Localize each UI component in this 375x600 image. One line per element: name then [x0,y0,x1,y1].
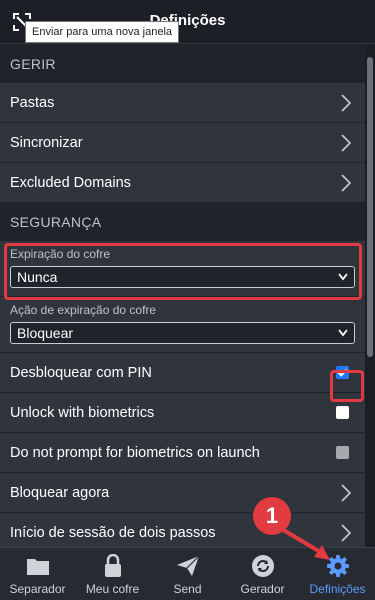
no-prompt-checkbox [336,446,349,459]
settings-item-unlock-pin[interactable]: Desbloquear com PIN [0,353,365,393]
tab-label: Gerador [240,582,285,596]
settings-item-label: Início de sessão de dois passos [10,524,216,541]
settings-list: GERIR Pastas Sincronizar Excluded Domain… [0,45,365,547]
settings-item-folders[interactable]: Pastas [0,83,365,123]
gear-icon [325,554,351,578]
settings-item-label: Sincronizar [10,134,83,151]
settings-item-label: Bloquear agora [10,484,110,501]
chevron-down-icon [338,329,348,337]
tab-label: Send [173,582,202,596]
vault-timeout-field: Expiração do cofre Nunca [0,241,365,297]
settings-screen: Definições Enviar para uma nova janela G… [0,0,375,600]
settings-item-sync[interactable]: Sincronizar [0,123,365,163]
vault-timeout-action-field: Ação de expiração do cofre Bloquear [0,297,365,353]
vault-timeout-action-select[interactable]: Bloquear [10,322,355,344]
biometrics-checkbox[interactable] [336,406,349,419]
chevron-right-icon [341,524,352,542]
scrollbar[interactable] [365,45,375,547]
tab-separator[interactable]: Separador [0,548,75,600]
folder-icon [25,554,51,578]
tab-send[interactable]: Send [150,548,225,600]
chevron-right-icon [341,174,352,192]
settings-item-biometrics[interactable]: Unlock with biometrics [0,393,365,433]
settings-item-two-step-login[interactable]: Início de sessão de dois passos [0,513,365,547]
send-icon [175,554,201,578]
tab-my-vault[interactable]: Meu cofre [75,548,150,600]
chevron-right-icon [341,134,352,152]
tab-settings[interactable]: Definições [300,548,375,600]
tab-label: Separador [9,582,66,596]
vault-timeout-action-value: Bloquear [17,325,74,341]
tab-label: Meu cofre [85,582,140,596]
lock-icon [100,554,126,578]
chevron-right-icon [341,94,352,112]
settings-item-lock-now[interactable]: Bloquear agora [0,473,365,513]
refresh-icon [250,554,276,578]
settings-item-label: Excluded Domains [10,174,131,191]
scrollbar-thumb[interactable] [367,57,373,357]
step-badge: 1 [253,497,291,535]
chevron-down-icon [338,273,348,281]
section-title-security: SEGURANÇA [0,203,365,241]
popout-tooltip: Enviar para uma nova janela [25,21,180,43]
settings-item-no-biometric-prompt[interactable]: Do not prompt for biometrics on launch [0,433,365,473]
vault-timeout-label: Expiração do cofre [10,247,111,261]
chevron-right-icon [341,484,352,502]
settings-item-label: Desbloquear com PIN [10,364,152,381]
vault-timeout-select[interactable]: Nunca [10,266,355,288]
vault-timeout-value: Nunca [17,269,58,285]
settings-item-label: Pastas [10,94,55,111]
tab-label: Definições [309,582,366,596]
settings-item-excluded-domains[interactable]: Excluded Domains [0,163,365,203]
bottom-tab-bar: Separador Meu cofre Send Gerador Definiç… [0,547,375,600]
vault-timeout-action-label: Ação de expiração do cofre [10,303,157,317]
checkmark-icon [337,368,348,377]
pin-checkbox[interactable] [336,366,349,379]
settings-item-label: Unlock with biometrics [10,404,155,421]
settings-item-label: Do not prompt for biometrics on launch [10,444,260,461]
tab-generator[interactable]: Gerador [225,548,300,600]
section-title-manage: GERIR [0,45,365,83]
